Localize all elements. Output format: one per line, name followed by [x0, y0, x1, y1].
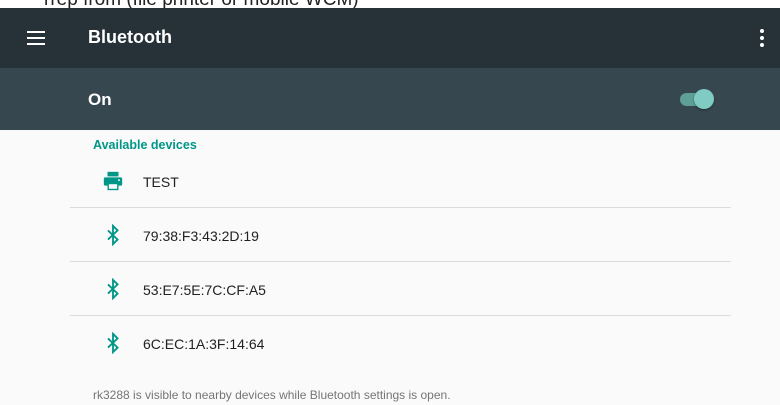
app-bar: Bluetooth: [0, 8, 780, 68]
bluetooth-toggle[interactable]: [678, 89, 714, 109]
device-item-6c-ec-1a-3f-14-64[interactable]: 6C:EC:1A:3F:14:64: [70, 316, 731, 370]
cropped-caption: rrep from (file printer or mobile WCM): [44, 0, 359, 8]
hamburger-menu-icon[interactable]: [24, 29, 48, 47]
device-name: TEST: [143, 174, 179, 190]
toggle-thumb: [694, 89, 714, 109]
more-vert-icon[interactable]: [752, 26, 772, 50]
visibility-notice: rk3288 is visible to nearby devices whil…: [93, 388, 451, 402]
device-name: 6C:EC:1A:3F:14:64: [143, 336, 265, 352]
bluetooth-icon: [107, 332, 119, 354]
device-item-53-e7-5e-7c-cf-a5[interactable]: 53:E7:5E:7C:CF:A5: [70, 262, 731, 316]
device-item-79-38-f3-43-2d-19[interactable]: 79:38:F3:43:2D:19: [70, 208, 731, 262]
printer-icon: [103, 171, 123, 191]
device-item-test[interactable]: TEST: [70, 155, 731, 208]
bluetooth-switch-bar[interactable]: On: [0, 68, 780, 130]
device-name: 79:38:F3:43:2D:19: [143, 228, 259, 244]
top-strip: rrep from (file printer or mobile WCM): [0, 0, 780, 8]
switch-label: On: [88, 90, 112, 109]
page-title: Bluetooth: [88, 27, 172, 47]
bluetooth-icon: [107, 278, 119, 300]
device-name: 53:E7:5E:7C:CF:A5: [143, 282, 266, 298]
available-devices-header: Available devices: [93, 138, 197, 152]
device-list: TEST 79:38:F3:43:2D:19 53:E7:5E:7C:CF:A5…: [70, 155, 731, 370]
bluetooth-settings-page: rrep from (file printer or mobile WCM) B…: [0, 0, 780, 405]
bluetooth-icon: [107, 224, 119, 246]
